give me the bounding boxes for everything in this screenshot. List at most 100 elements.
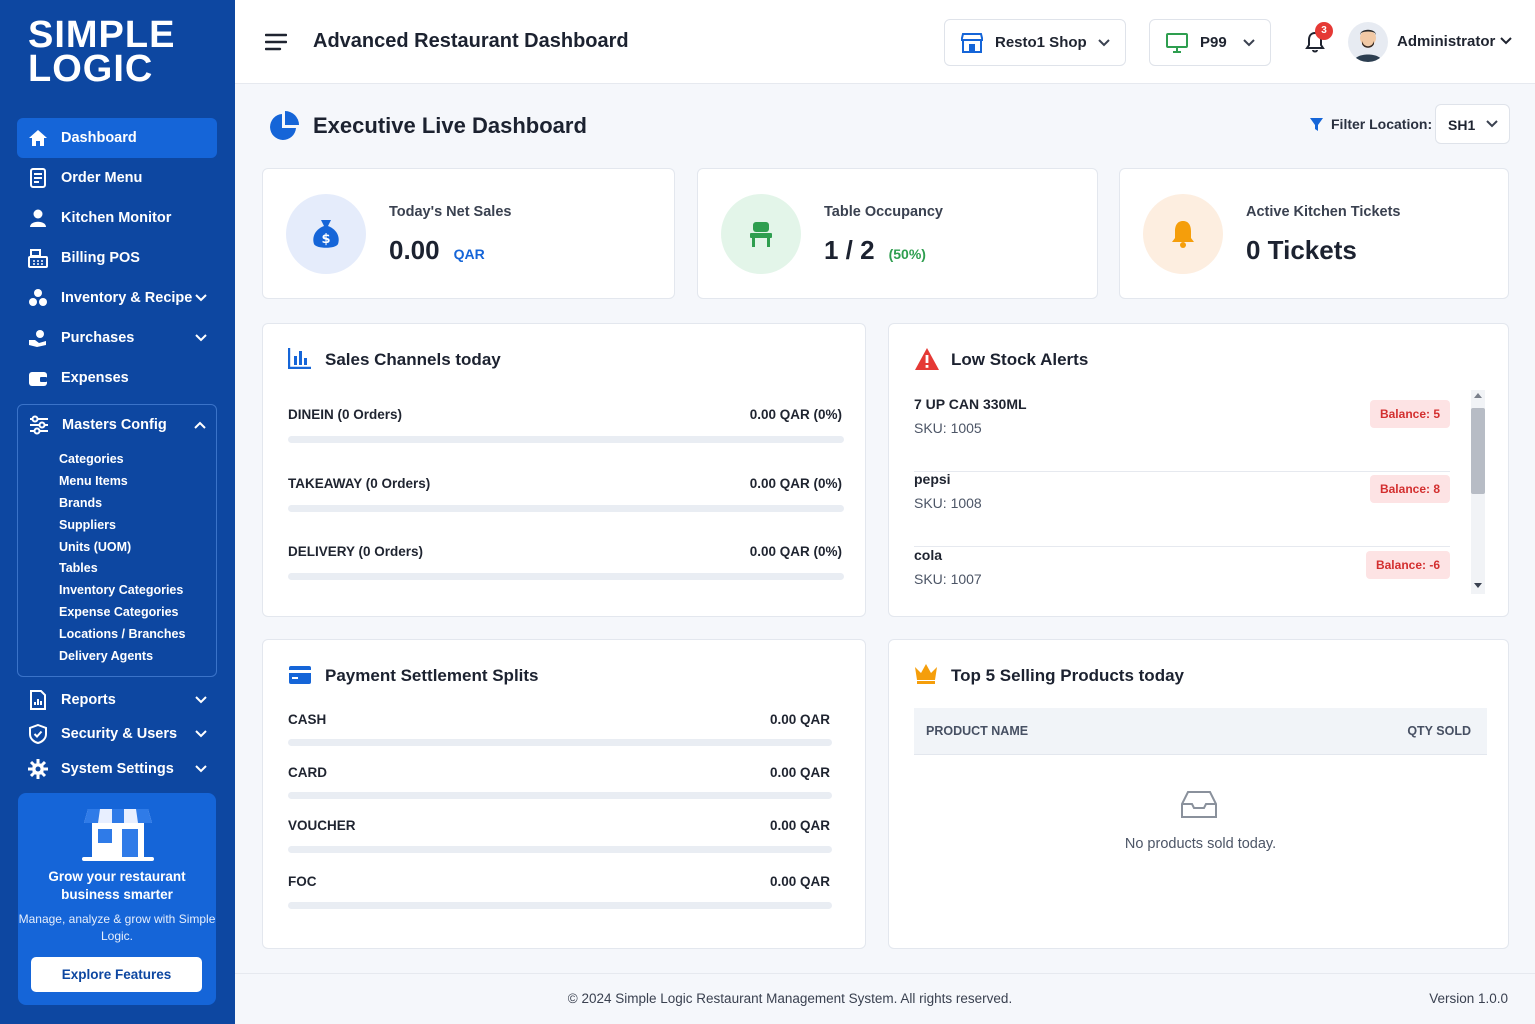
user-name[interactable]: Administrator — [1397, 33, 1495, 50]
list-item: cola SKU: 1007 Balance: -6 — [914, 547, 1450, 623]
channel-progress-bar — [288, 436, 844, 443]
net-sales-card: $ Today's Net Sales 0.00 QAR — [262, 168, 675, 299]
submenu-item-tables[interactable]: Tables — [59, 558, 216, 580]
home-icon — [27, 127, 49, 149]
channel-label: DINEIN (0 Orders) — [288, 407, 403, 422]
promo-title: Grow your restaurant business smarter — [48, 869, 186, 902]
sidebar-item-label: Order Menu — [61, 170, 143, 186]
app-title: Advanced Restaurant Dashboard — [313, 30, 629, 52]
chevron-down-icon[interactable] — [1499, 34, 1513, 48]
submenu-item-menu-items[interactable]: Menu Items — [59, 471, 216, 493]
sidebar-item-expenses[interactable]: Expenses — [17, 358, 217, 398]
payment-label: VOUCHER — [288, 818, 356, 833]
payment-splits-title: Payment Settlement Splits — [325, 666, 539, 685]
scrollbar-thumb[interactable] — [1471, 408, 1485, 494]
channel-value: 0.00 QAR (0%) — [749, 476, 842, 491]
cash-register-icon — [27, 247, 49, 269]
stock-item-name: pepsi — [914, 471, 951, 487]
page-title: Executive Live Dashboard — [313, 113, 587, 138]
payment-value: 0.00 QAR — [769, 765, 830, 780]
sidebar-item-masters-config[interactable]: Masters Config — [18, 405, 216, 445]
sidebar-item-inventory[interactable]: Inventory & Recipe — [17, 278, 217, 318]
sidebar-item-system-settings[interactable]: System Settings — [17, 751, 217, 787]
list-item: 7 UP CAN 330ML SKU: 1005 Balance: 5 — [914, 396, 1450, 472]
chevron-down-icon — [195, 334, 207, 342]
submenu-item-delivery-agents[interactable]: Delivery Agents — [59, 646, 216, 668]
filter-location-select[interactable]: SH1 — [1435, 104, 1510, 144]
sidebar-item-label: System Settings — [61, 760, 174, 777]
sidebar-item-order-menu[interactable]: Order Menu — [17, 158, 217, 198]
payment-value: 0.00 QAR — [769, 818, 830, 833]
chevron-down-icon — [1098, 39, 1110, 47]
shop-name: Resto1 Shop — [995, 34, 1087, 51]
filter-icon — [1310, 118, 1323, 131]
payment-value: 0.00 QAR — [769, 874, 830, 889]
scroll-up-arrow-icon[interactable] — [1474, 392, 1482, 398]
sidebar-item-dashboard[interactable]: Dashboard — [17, 118, 217, 158]
warning-icon — [915, 348, 939, 370]
shop-selector[interactable]: Resto1 Shop — [944, 19, 1126, 66]
chevron-down-icon — [195, 696, 207, 704]
top-header: Advanced Restaurant Dashboard Resto1 Sho… — [235, 0, 1535, 84]
stock-item-sku: SKU: 1007 — [914, 571, 982, 587]
promo-card: Grow your restaurant business smarter Ma… — [18, 793, 216, 1005]
payment-label: CARD — [288, 765, 327, 780]
column-header-product-name: PRODUCT NAME — [926, 724, 1029, 738]
store-icon — [82, 809, 154, 861]
notification-badge: 3 — [1315, 22, 1333, 40]
status-badge: Balance: -6 — [1365, 551, 1450, 579]
sidebar-item-label: Masters Config — [62, 417, 167, 433]
payment-label: CASH — [288, 712, 327, 727]
sidebar-item-kitchen-monitor[interactable]: Kitchen Monitor — [17, 198, 217, 238]
net-sales-value-row: 0.00 QAR — [389, 235, 485, 266]
payment-progress-bar — [288, 902, 832, 909]
submenu-item-inventory-categories[interactable]: Inventory Categories — [59, 580, 216, 602]
bell-icon — [1143, 194, 1223, 274]
logo[interactable]: SIMPLE LOGIC — [28, 16, 178, 88]
channel-progress-bar — [288, 573, 844, 580]
chef-icon — [27, 207, 49, 229]
filter-location-label: Filter Location: — [1331, 116, 1433, 132]
monitor-icon — [1166, 32, 1188, 53]
submenu-item-brands[interactable]: Brands — [59, 493, 216, 515]
money-bag-icon: $ — [286, 194, 366, 274]
sidebar-item-purchases[interactable]: Purchases — [17, 318, 217, 358]
table-occupancy-card: Table Occupancy 1 / 2 (50%) — [697, 168, 1098, 299]
crown-icon — [915, 664, 937, 684]
avatar[interactable] — [1348, 22, 1388, 62]
purchase-icon — [27, 327, 49, 349]
table-occupancy-label: Table Occupancy — [824, 204, 943, 220]
sidebar-item-security[interactable]: Security & Users — [17, 717, 217, 751]
submenu-item-suppliers[interactable]: Suppliers — [59, 515, 216, 537]
gear-icon — [27, 758, 49, 780]
promo-subtitle: Manage, analyze & grow with Simple Logic… — [18, 912, 216, 943]
scroll-down-arrow-icon[interactable] — [1474, 583, 1482, 589]
sidebar-item-billing-pos[interactable]: Billing POS — [17, 238, 217, 278]
submenu-item-expense-categories[interactable]: Expense Categories — [59, 602, 216, 624]
channel-label: DELIVERY (0 Orders) — [288, 544, 424, 559]
sidebar: SIMPLE LOGIC Dashboard Order Menu Kitche… — [0, 0, 235, 1024]
sales-channels-title: Sales Channels today — [325, 350, 501, 369]
stock-item-sku: SKU: 1008 — [914, 495, 982, 511]
report-icon — [27, 689, 49, 711]
sidebar-item-reports[interactable]: Reports — [17, 683, 217, 717]
list-item: pepsi SKU: 1008 Balance: 8 — [914, 471, 1450, 547]
stock-item-name: 7 UP CAN 330ML — [914, 396, 1027, 412]
empty-state-text: No products sold today. — [1124, 836, 1277, 852]
submenu-item-units[interactable]: Units (UOM) — [59, 537, 216, 559]
submenu-item-locations[interactable]: Locations / Branches — [59, 624, 216, 646]
wallet-icon — [27, 367, 49, 389]
chair-icon — [721, 194, 801, 274]
submenu-item-categories[interactable]: Categories — [59, 449, 216, 471]
table-occupancy-value: 1 / 2 — [824, 235, 875, 265]
terminal-name: P99 — [1200, 34, 1227, 51]
terminal-selector[interactable]: P99 — [1149, 19, 1271, 66]
explore-features-button[interactable]: Explore Features — [31, 957, 202, 992]
channel-value: 0.00 QAR (0%) — [749, 407, 842, 422]
sidebar-item-label: Security & Users — [61, 725, 178, 742]
sidebar-item-label: Purchases — [61, 330, 135, 346]
hamburger-menu-icon[interactable] — [265, 33, 287, 51]
chevron-up-icon — [194, 421, 206, 429]
sidebar-item-label: Inventory & Recipe — [61, 290, 193, 306]
table-occupancy-value-row: 1 / 2 (50%) — [824, 235, 926, 266]
